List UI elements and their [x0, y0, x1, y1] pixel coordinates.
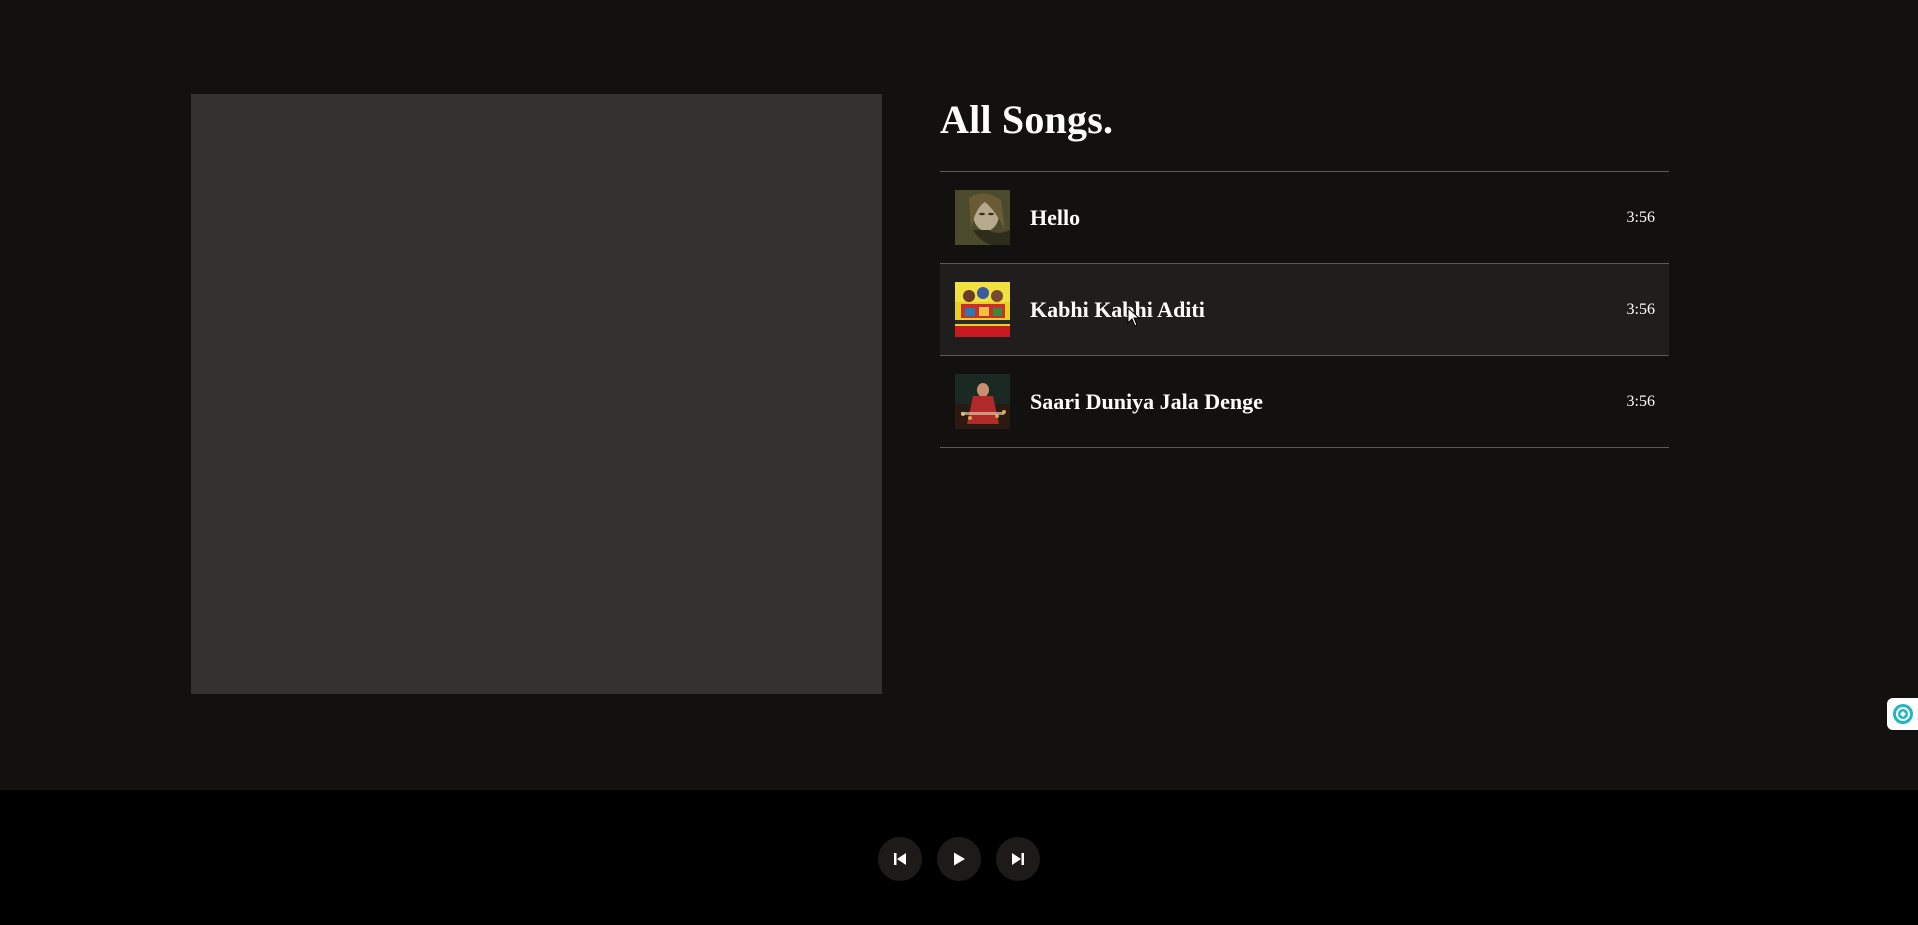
song-duration: 3:56 [1626, 301, 1655, 318]
song-title: Hello [1030, 205, 1081, 230]
page-title: All Songs. [940, 97, 1114, 142]
player-bar [0, 790, 1918, 925]
album-art-saari-duniya-jala-denge [955, 374, 1010, 429]
album-art-kabhi-kabhi-aditi [955, 282, 1010, 337]
song-library: All Songs. Hello 3:56 Kabhi Kabhi Aditi … [940, 94, 1669, 448]
song-title: Saari Duniya Jala Denge [1030, 389, 1263, 414]
next-button[interactable] [996, 837, 1040, 881]
song-title: Kabhi Kabhi Aditi [1030, 297, 1205, 322]
skip-next-icon [1012, 853, 1024, 865]
song-list: Hello 3:56 Kabhi Kabhi Aditi 3:56 Saari … [940, 171, 1669, 448]
song-row-hello[interactable]: Hello 3:56 [940, 172, 1669, 264]
album-cover-placeholder [191, 94, 882, 694]
main-view: All Songs. Hello 3:56 Kabhi Kabhi Aditi … [0, 0, 1918, 790]
play-button[interactable] [937, 837, 981, 881]
song-duration: 3:56 [1626, 209, 1655, 226]
song-duration: 3:56 [1626, 393, 1655, 410]
song-row-saari-duniya-jala-denge[interactable]: Saari Duniya Jala Denge 3:56 [940, 356, 1669, 448]
previous-button[interactable] [878, 837, 922, 881]
song-row-kabhi-kabhi-aditi[interactable]: Kabhi Kabhi Aditi 3:56 [940, 264, 1669, 356]
skip-previous-icon [894, 853, 906, 865]
play-icon [954, 852, 965, 866]
floating-widget-button[interactable] [1887, 698, 1918, 730]
assistant-badge-icon [1892, 704, 1913, 724]
album-art-hello [955, 190, 1010, 245]
playback-controls [878, 837, 1040, 881]
